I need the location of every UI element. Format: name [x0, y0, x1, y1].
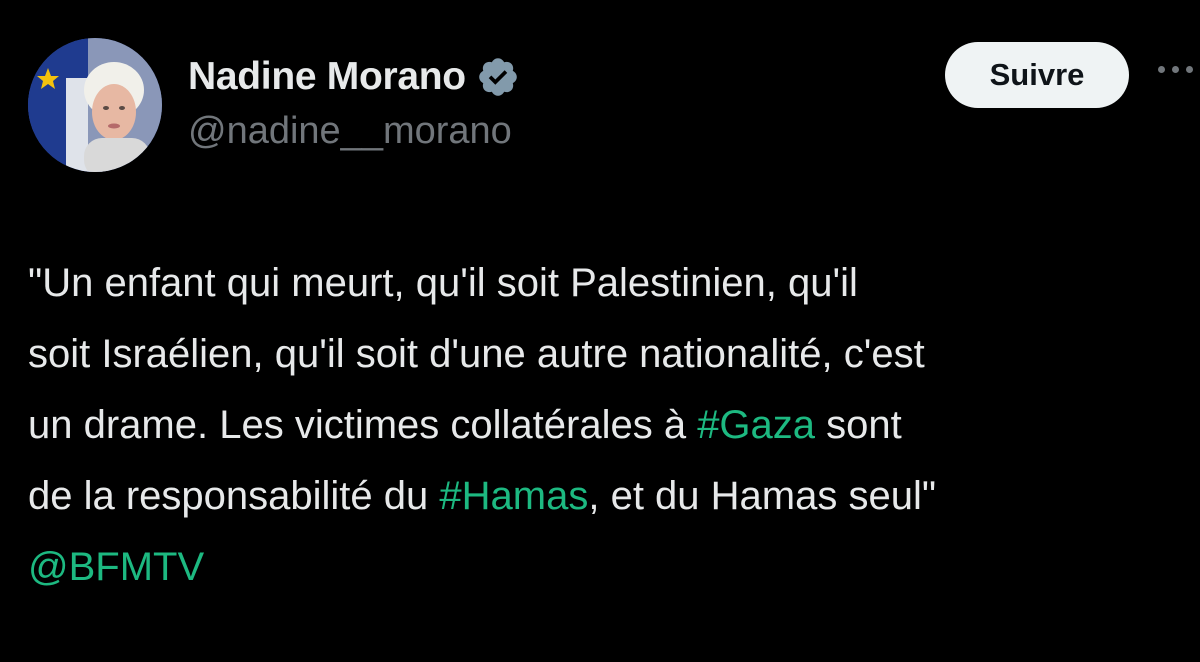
more-dot [1158, 66, 1165, 73]
tweet-line: @BFMTV [28, 532, 1200, 603]
hashtag-gaza-link[interactable]: #Gaza [697, 403, 815, 447]
more-dot [1186, 66, 1193, 73]
display-name[interactable]: Nadine Morano [188, 55, 466, 99]
tweet-text-segment: sont [815, 403, 902, 447]
user-handle[interactable]: @nadine__morano [188, 110, 512, 153]
tweet-line: soit Israélien, qu'il soit d'une autre n… [28, 319, 1200, 390]
tweet-line: de la responsabilité du #Hamas, et du Ha… [28, 461, 1200, 532]
tweet-text-segment: "Un enfant qui meurt, qu'il soit Palesti… [28, 261, 858, 305]
mention-bfmtv-link[interactable]: @BFMTV [28, 545, 204, 589]
follow-button[interactable]: Suivre [945, 42, 1129, 108]
more-dot [1172, 66, 1179, 73]
name-row: Nadine Morano [188, 52, 520, 102]
more-options-icon[interactable] [1158, 66, 1193, 73]
tweet-line: "Un enfant qui meurt, qu'il soit Palesti… [28, 248, 1200, 319]
tweet-text-segment: de la responsabilité du [28, 474, 440, 518]
tweet-line: un drame. Les victimes collatérales à #G… [28, 390, 1200, 461]
tweet-text-segment: , et du Hamas seul" [588, 474, 937, 518]
hashtag-hamas-link[interactable]: #Hamas [439, 474, 588, 518]
tweet-text-segment: soit Israélien, qu'il soit d'une autre n… [28, 332, 925, 376]
avatar[interactable] [28, 38, 162, 172]
avatar-image [28, 38, 162, 172]
tweet-text: "Un enfant qui meurt, qu'il soit Palesti… [28, 248, 1200, 603]
tweet-text-segment: un drame. Les victimes collatérales à [28, 403, 698, 447]
verified-badge-icon [476, 55, 520, 99]
